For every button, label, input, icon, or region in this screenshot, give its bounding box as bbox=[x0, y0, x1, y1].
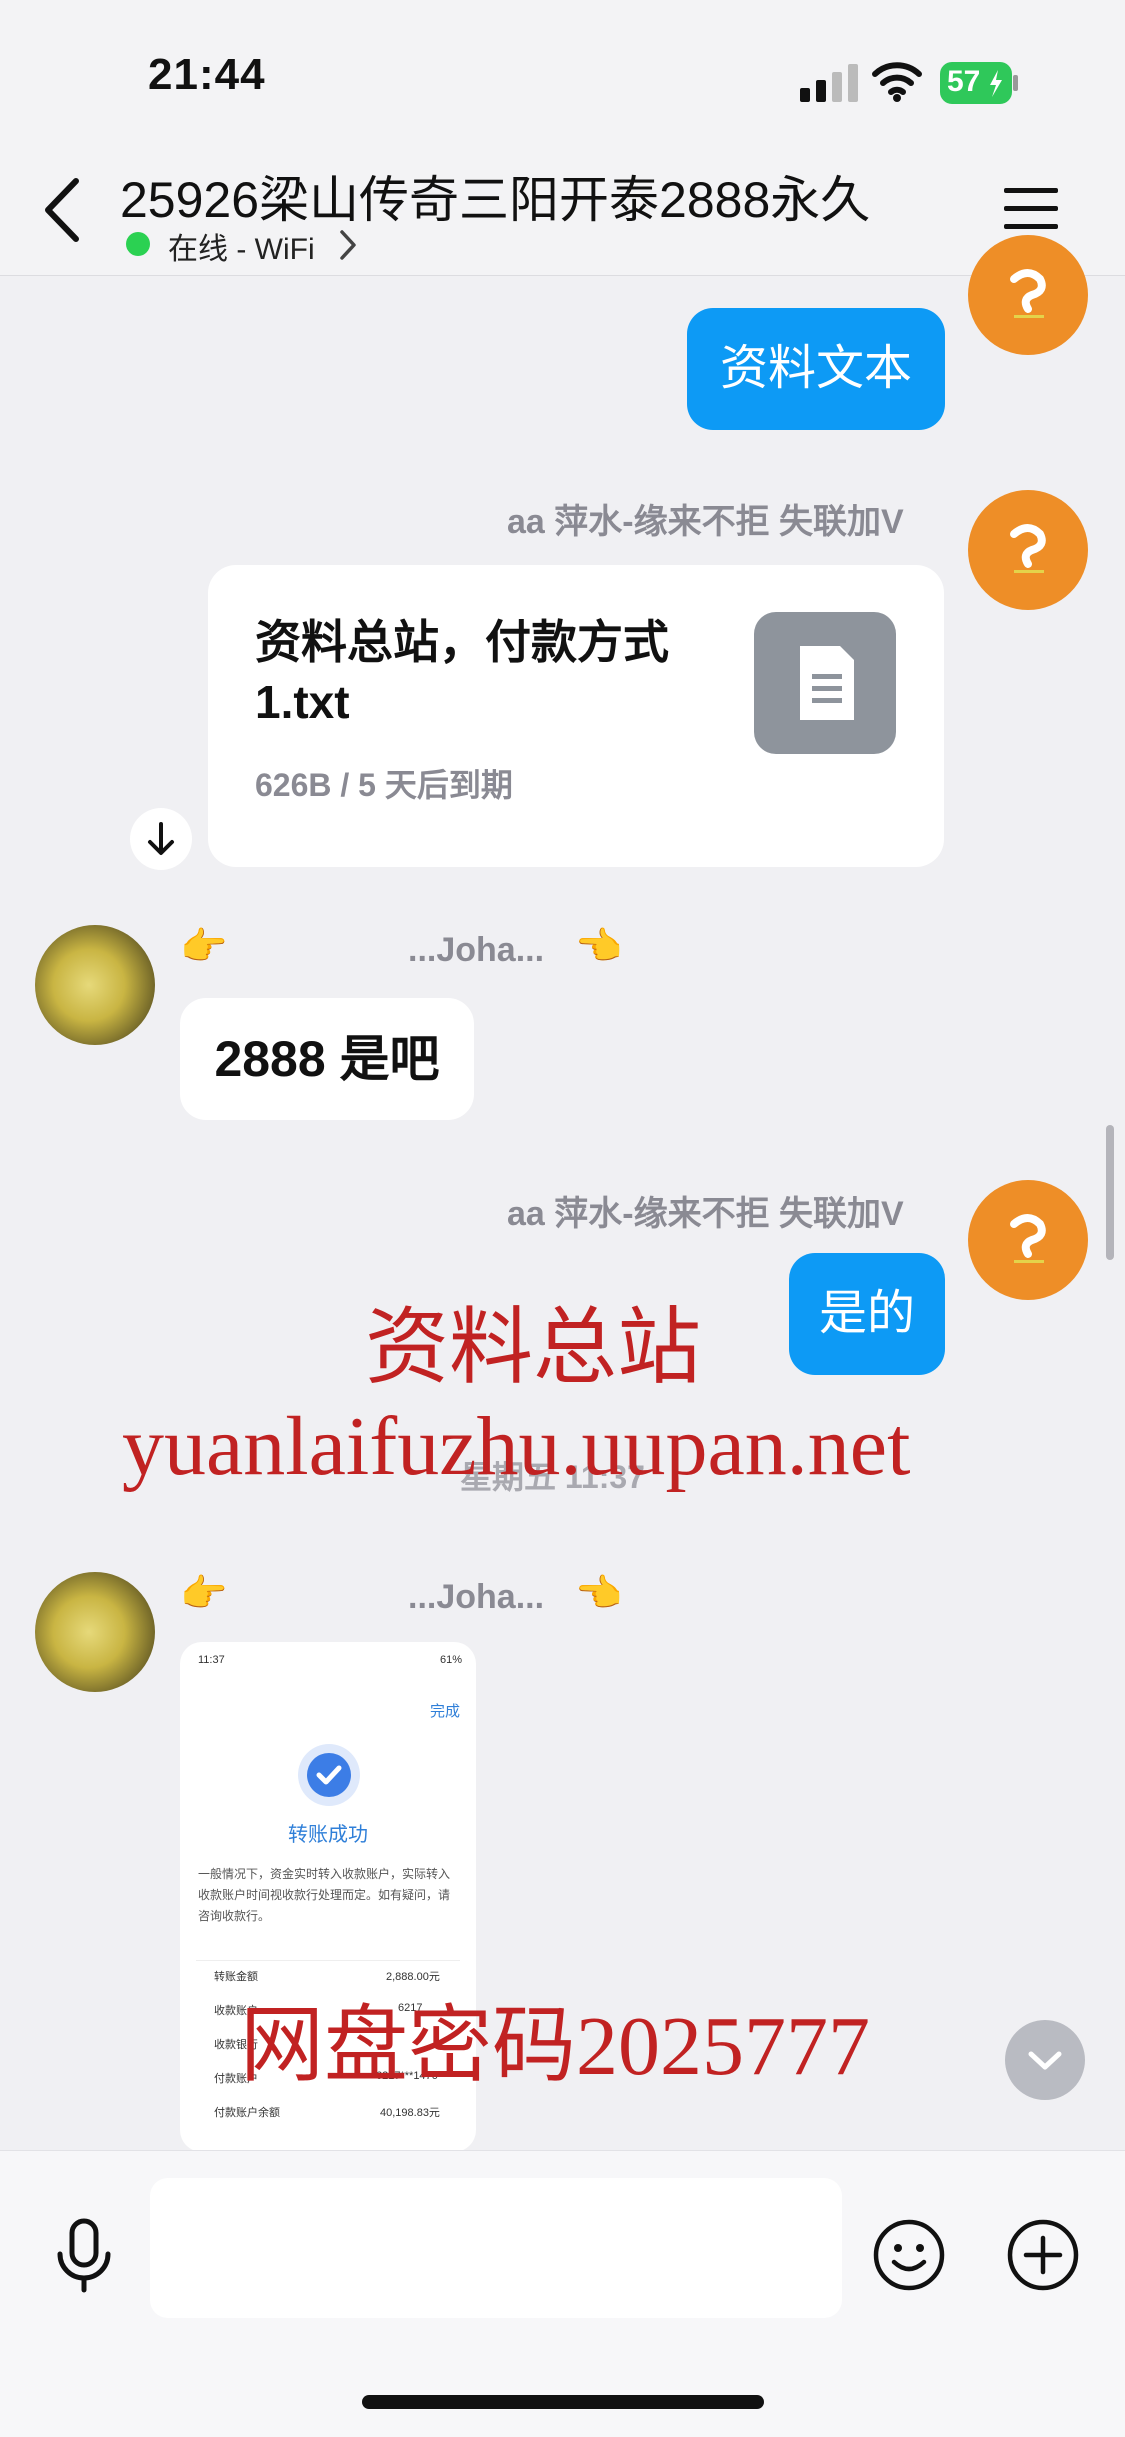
message-bubble[interactable]: 是的 bbox=[789, 1253, 945, 1375]
avatar[interactable] bbox=[35, 925, 155, 1045]
scroll-to-bottom-button[interactable] bbox=[1005, 2020, 1085, 2100]
menu-icon[interactable] bbox=[1002, 185, 1060, 231]
sender-emoji: 👈 bbox=[575, 1573, 623, 1615]
message-input[interactable] bbox=[150, 2178, 842, 2318]
download-arrow-icon bbox=[148, 822, 174, 855]
home-indicator[interactable] bbox=[362, 2395, 764, 2409]
cellular-signal-icon bbox=[800, 64, 858, 102]
sender-name: aa 萍水-缘来不拒 失联加V bbox=[507, 1195, 904, 1233]
document-icon bbox=[754, 612, 896, 754]
back-chevron-icon[interactable] bbox=[40, 175, 84, 245]
file-name: 资料总站，付款方式1.txt bbox=[255, 616, 669, 728]
emoji-icon[interactable] bbox=[872, 2218, 946, 2292]
sender-emoji: 👉 bbox=[180, 926, 228, 968]
sender-emoji: 👈 bbox=[575, 926, 623, 968]
microphone-icon[interactable] bbox=[54, 2218, 114, 2294]
plus-circle-icon[interactable] bbox=[1006, 2218, 1080, 2292]
scroll-indicator[interactable] bbox=[1106, 1125, 1114, 1260]
avatar[interactable] bbox=[968, 1180, 1088, 1300]
thumb-done: 完成 bbox=[430, 1703, 461, 1720]
thumb-battery: 61% bbox=[440, 1654, 463, 1666]
avatar[interactable] bbox=[968, 490, 1088, 610]
file-meta: 626B / 5 天后到期 bbox=[255, 767, 513, 803]
online-status-text[interactable]: 在线 - WiFi bbox=[168, 224, 315, 268]
thumb-status-time: 11:37 bbox=[198, 1654, 225, 1666]
battery-icon: 57 bbox=[940, 62, 1020, 104]
message-bubble[interactable]: 2888 是吧 bbox=[180, 998, 474, 1120]
wifi-icon bbox=[872, 62, 922, 102]
thumb-success: 转账成功 bbox=[288, 1824, 368, 1846]
status-time: 21:44 bbox=[148, 50, 266, 99]
sender-name: ...Joha... bbox=[408, 1578, 545, 1616]
thumb-note: 一般情况下，资金实时转入收款账户，实际转入收款账户时间视收款行处理而定。如有疑问… bbox=[198, 1867, 451, 1923]
chat-title[interactable]: 25926梁山传奇三阳开泰2888永久 bbox=[120, 160, 870, 232]
online-status-dot bbox=[126, 232, 150, 256]
check-circle-icon bbox=[298, 1744, 360, 1806]
avatar[interactable] bbox=[35, 1572, 155, 1692]
message-bubble[interactable]: 资料文本 bbox=[687, 308, 945, 430]
battery-level: 57 bbox=[947, 65, 981, 98]
watermark-line-2: yuanlaifuzhu.uupan.net bbox=[122, 1400, 911, 1493]
sender-name: aa 萍水-缘来不拒 失联加V bbox=[507, 503, 904, 541]
watermark-line-1: 资料总站 bbox=[365, 1302, 702, 1395]
chevron-right-icon[interactable] bbox=[338, 228, 358, 262]
watermark-line-3: 网盘密码2025777 bbox=[240, 2000, 871, 2093]
chevron-down-icon bbox=[1028, 2051, 1062, 2070]
sender-name: ...Joha... bbox=[408, 931, 545, 969]
download-button[interactable] bbox=[130, 808, 192, 870]
sender-emoji: 👉 bbox=[180, 1573, 228, 1615]
avatar[interactable] bbox=[968, 235, 1088, 355]
